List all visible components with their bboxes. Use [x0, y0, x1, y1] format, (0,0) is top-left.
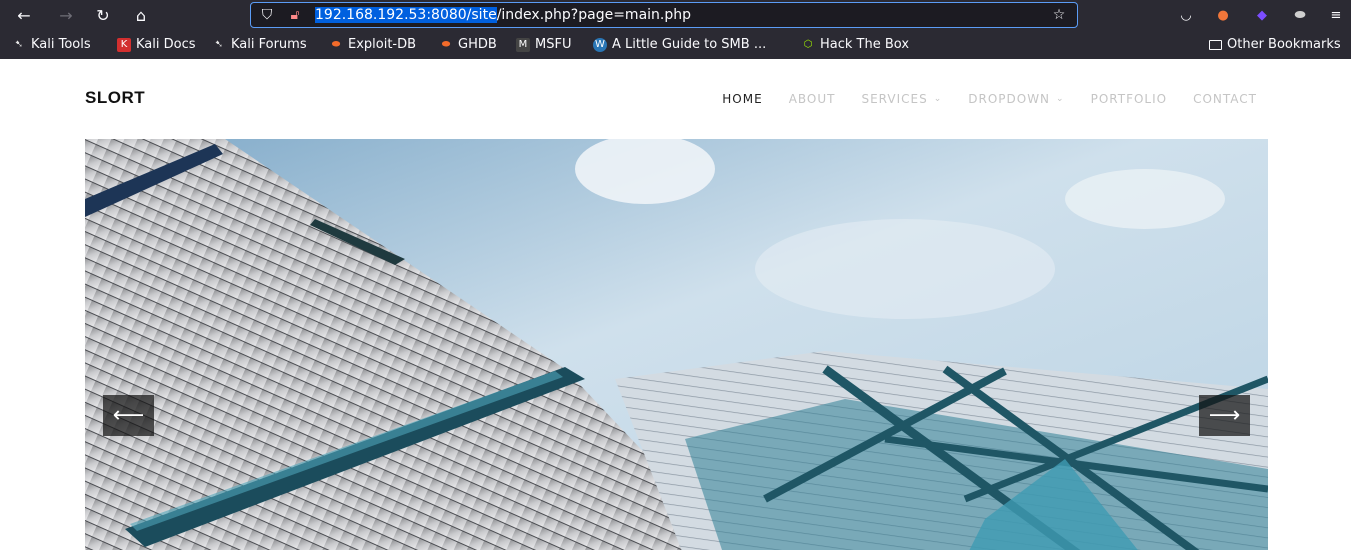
bookmark-hack-the-box[interactable]: ⬡ Hack The Box — [801, 37, 909, 52]
kali-docs-icon: K — [117, 37, 131, 52]
nav-contact[interactable]: CONTACT — [1193, 92, 1257, 106]
msfu-icon: M — [516, 37, 530, 52]
chevron-down-icon: ⌄ — [1056, 94, 1065, 104]
main-nav: HOME ABOUT SERVICES ⌄ DROPDOWN ⌄ PORTFOLIO… — [722, 92, 1257, 106]
wordpress-icon: W — [593, 37, 607, 52]
nav-label: DROPDOWN — [968, 92, 1051, 106]
pocket-icon[interactable]: ◡ — [1178, 7, 1194, 23]
url-rest: /index.php?page=main.php — [496, 7, 692, 23]
nav-label: PORTFOLIO — [1090, 92, 1168, 106]
nav-label: ABOUT — [788, 92, 836, 106]
bookmark-exploit-db[interactable]: ⬬ Exploit-DB — [329, 37, 416, 52]
bookmark-smb-guide[interactable]: W A Little Guide to SMB ... — [593, 37, 766, 52]
site-logo[interactable]: SLORT — [85, 88, 145, 108]
bookmark-kali-tools[interactable]: ➷ Kali Tools — [12, 37, 91, 52]
bookmark-msfu[interactable]: M MSFU — [516, 37, 571, 52]
nav-label: HOME — [722, 92, 763, 106]
bookmark-label: Exploit-DB — [348, 37, 417, 52]
shield-icon[interactable]: ⛉ — [257, 6, 277, 24]
back-arrow-icon[interactable]: ← — [12, 4, 36, 26]
url-bar[interactable]: ⛉ 🔓︎ 192.168.192.53:8080/site/index.php?… — [250, 2, 1078, 28]
forward-arrow-icon[interactable]: → — [54, 4, 78, 26]
nav-label: CONTACT — [1193, 92, 1257, 106]
bookmark-label: Hack The Box — [820, 37, 910, 52]
arrow-right-icon: ⟶ — [1208, 403, 1241, 428]
nav-home[interactable]: HOME — [722, 92, 762, 106]
home-icon[interactable]: ⌂ — [129, 4, 153, 26]
web-page: SLORT HOME ABOUT SERVICES ⌄ DROPDOWN ⌄ POR… — [0, 59, 1351, 550]
nav-services[interactable]: SERVICES ⌄ — [861, 92, 942, 106]
browser-toolbar: ← → ↻ ⌂ ⛉ 🔓︎ 192.168.192.53:8080/site/in… — [0, 0, 1351, 31]
ghdb-icon: ⬬ — [441, 39, 451, 50]
url-selected: 192.168.192.53:8080/site — [315, 7, 497, 23]
bookmark-label: GHDB — [458, 37, 497, 52]
lock-icon[interactable]: 🔓︎ — [285, 6, 305, 24]
hackthebox-icon: ⬡ — [803, 39, 813, 50]
exploit-db-icon: ⬬ — [331, 39, 341, 50]
chevron-down-icon: ⌄ — [933, 94, 943, 104]
carousel-next-button[interactable]: ⟶ — [1199, 395, 1250, 436]
bookmark-label: Kali Docs — [136, 37, 196, 52]
star-icon[interactable]: ☆ — [1049, 6, 1069, 24]
bookmark-label: MSFU — [535, 37, 572, 52]
reload-icon[interactable]: ↻ — [91, 4, 115, 26]
extension-fox-icon[interactable]: ● — [1215, 7, 1231, 23]
nav-portfolio[interactable]: PORTFOLIO — [1091, 92, 1168, 106]
extension-hat-icon[interactable]: ⬬ — [1292, 7, 1308, 23]
hamburger-menu-icon[interactable]: ≡ — [1328, 7, 1344, 23]
bookmark-label: Kali Tools — [31, 37, 91, 52]
folder-icon — [1209, 39, 1222, 50]
bookmarks-bar: ➷ Kali Tools K Kali Docs ➷ Kali Forums ⬬… — [0, 31, 1351, 59]
arrow-left-icon: ⟵ — [112, 403, 145, 428]
bookmark-kali-docs[interactable]: K Kali Docs — [117, 37, 196, 52]
nav-label: SERVICES — [861, 92, 928, 106]
bookmark-label: A Little Guide to SMB ... — [612, 37, 767, 52]
url-text[interactable]: 192.168.192.53:8080/site/index.php?page=… — [315, 6, 691, 24]
hero-image — [85, 139, 1268, 550]
kali-icon: ➷ — [14, 39, 24, 50]
hero-carousel: ⟵ ⟶ — [85, 139, 1268, 550]
bookmark-label: Kali Forums — [231, 37, 307, 52]
extension-purple-icon[interactable]: ◆ — [1254, 7, 1270, 23]
other-bookmarks-label: Other Bookmarks — [1227, 37, 1341, 52]
nav-dropdown[interactable]: DROPDOWN ⌄ — [968, 92, 1064, 106]
carousel-prev-button[interactable]: ⟵ — [103, 395, 154, 436]
bookmark-kali-forums[interactable]: ➷ Kali Forums — [212, 37, 307, 52]
kali-icon: ➷ — [214, 39, 224, 50]
nav-about[interactable]: ABOUT — [789, 92, 836, 106]
bookmark-ghdb[interactable]: ⬬ GHDB — [439, 37, 497, 52]
other-bookmarks[interactable]: Other Bookmarks — [1209, 37, 1341, 52]
